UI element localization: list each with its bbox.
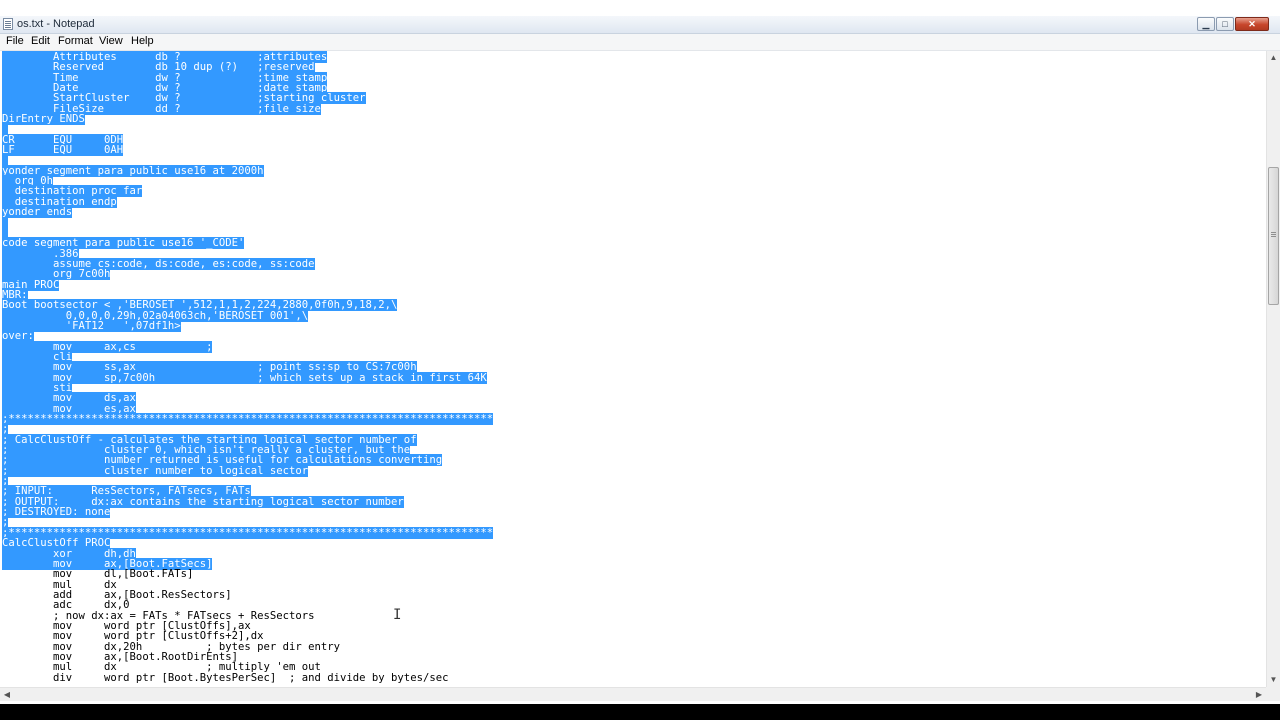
vertical-scrollbar[interactable]: ▲ ▼ [1266,51,1280,687]
menu-file[interactable]: File [6,35,24,47]
scroll-left-arrow-icon[interactable]: ◀ [0,688,14,701]
code-line[interactable]: ; DESTROYED: none [2,506,493,519]
maximize-button[interactable]: □ [1216,17,1234,31]
scroll-down-arrow-icon[interactable]: ▼ [1267,673,1280,687]
text-editor-area[interactable]: Attributes db ? ;attributes Reserved db … [0,51,1266,687]
code-line[interactable]: yonder ends [2,206,493,219]
minimize-button[interactable]: ▁ [1197,17,1215,31]
code-line[interactable]: ;***************************************… [2,413,494,426]
code-line[interactable]: mov sp,7c00h ; which sets up a stack in … [2,371,493,384]
code-line-text: ; DESTROYED: none [2,506,111,519]
code-line[interactable] [2,216,493,229]
menu-format[interactable]: Format [58,35,93,47]
code-line-text: ; cluster number to logical sector [2,464,309,477]
horizontal-scrollbar[interactable]: ◀ ▶ [0,687,1266,701]
close-button[interactable]: ✕ [1235,17,1269,31]
code-line[interactable]: CalcClustOff PROC [2,537,493,550]
menu-help[interactable]: Help [131,35,154,47]
code-line[interactable]: mov ax,cs ; [2,340,493,353]
editor-text[interactable]: Attributes db ? ;attributes Reserved db … [2,51,494,684]
code-line[interactable]: code segment para public use16 '_CODE' [2,237,493,250]
code-line[interactable]: LF EQU 0AH [2,144,493,157]
code-line-text: yonder ends [2,206,73,219]
notepad-icon[interactable] [3,18,13,30]
code-line-text: DirEntry ENDS [2,113,85,126]
code-line[interactable]: destination endp [2,195,493,208]
menu-bar: File Edit Format View Help [0,34,1280,51]
menu-view[interactable]: View [99,35,123,47]
code-line[interactable]: yonder segment para public use16 at 2000… [2,164,493,177]
notepad-window: os.txt - Notepad ▁ □ ✕ File Edit Format … [0,0,1280,704]
scroll-right-arrow-icon[interactable]: ▶ [1252,688,1266,701]
scroll-up-arrow-icon[interactable]: ▲ [1267,51,1280,65]
text-cursor-icon: I [393,607,402,623]
code-line-text: mov sp,7c00h ; which sets up a stack in … [2,371,487,384]
code-line-text: ;***************************************… [2,413,494,426]
code-line[interactable]: ; cluster number to logical sector [2,464,493,477]
code-line[interactable]: 'FAT12 ',07df1h> [2,319,493,332]
vertical-scroll-thumb[interactable] [1268,167,1279,305]
code-line[interactable]: main PROC [2,278,493,291]
code-line-text: LF EQU 0AH [2,144,124,157]
window-title: os.txt - Notepad [17,18,95,30]
code-line-text: div word ptr [Boot.BytesPerSec] ; and di… [2,671,449,684]
code-line[interactable]: div word ptr [Boot.BytesPerSec] ; and di… [2,671,493,684]
code-line[interactable]: org 7c00h [2,268,493,281]
title-bar[interactable]: os.txt - Notepad ▁ □ ✕ [0,16,1280,34]
size-grip[interactable] [1266,687,1280,701]
menu-edit[interactable]: Edit [31,35,50,47]
code-line[interactable]: DirEntry ENDS [2,113,493,126]
